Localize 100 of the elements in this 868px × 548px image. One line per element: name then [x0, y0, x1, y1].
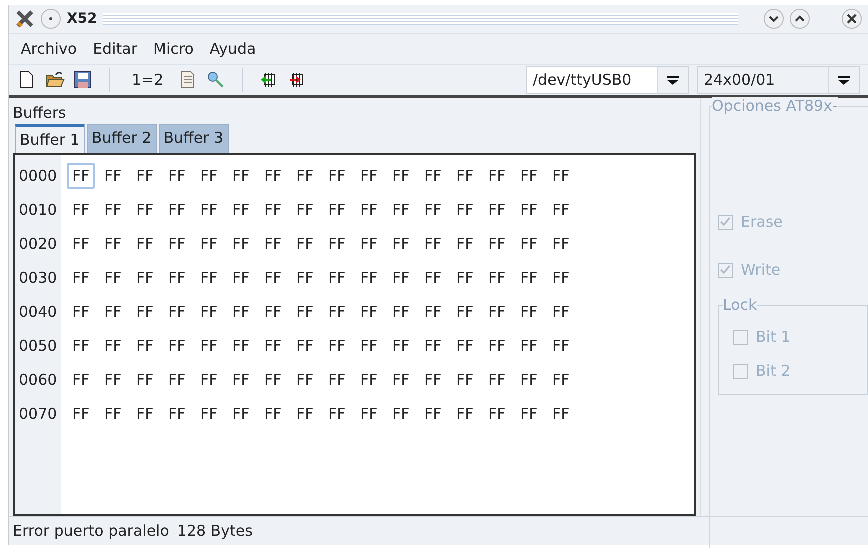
hex-byte[interactable]: FF: [419, 197, 448, 223]
hex-byte[interactable]: FF: [163, 197, 192, 223]
hex-byte[interactable]: FF: [323, 401, 352, 427]
hex-byte[interactable]: FF: [387, 401, 416, 427]
hex-byte[interactable]: FF: [259, 231, 288, 257]
hex-byte[interactable]: FF: [259, 333, 288, 359]
hex-byte[interactable]: FF: [163, 401, 192, 427]
hex-byte[interactable]: FF: [163, 299, 192, 325]
hex-byte[interactable]: FF: [67, 265, 96, 291]
hex-byte[interactable]: FF: [99, 197, 128, 223]
hex-byte[interactable]: FF: [67, 367, 96, 393]
buffer-tab[interactable]: Buffer 3: [158, 124, 229, 153]
hex-byte[interactable]: FF: [547, 197, 576, 223]
hex-byte[interactable]: FF: [291, 401, 320, 427]
hex-byte[interactable]: FF: [483, 163, 512, 189]
hex-byte[interactable]: FF: [419, 163, 448, 189]
hex-byte[interactable]: FF: [131, 333, 160, 359]
hex-byte[interactable]: FF: [163, 231, 192, 257]
hex-byte[interactable]: FF: [355, 299, 384, 325]
hex-byte[interactable]: FF: [291, 231, 320, 257]
hex-byte[interactable]: FF: [547, 367, 576, 393]
hex-byte[interactable]: FF: [99, 299, 128, 325]
hex-byte[interactable]: FF: [259, 299, 288, 325]
hex-byte[interactable]: FF: [291, 163, 320, 189]
menu-item[interactable]: Archivo: [21, 38, 78, 60]
save-icon[interactable]: [73, 70, 93, 90]
hex-byte[interactable]: FF: [131, 163, 160, 189]
hex-byte[interactable]: FF: [419, 231, 448, 257]
hex-byte[interactable]: FF: [451, 333, 480, 359]
hex-byte[interactable]: FF: [227, 401, 256, 427]
hex-byte[interactable]: FF: [419, 299, 448, 325]
hex-byte[interactable]: FF: [227, 265, 256, 291]
hex-byte[interactable]: FF: [195, 265, 224, 291]
hex-byte[interactable]: FF: [355, 265, 384, 291]
hex-byte[interactable]: FF: [323, 367, 352, 393]
hex-byte[interactable]: FF: [227, 197, 256, 223]
hex-byte[interactable]: FF: [483, 197, 512, 223]
hex-byte[interactable]: FF: [227, 367, 256, 393]
hex-byte[interactable]: FF: [323, 299, 352, 325]
close-button[interactable]: [842, 9, 862, 29]
hex-byte[interactable]: FF: [131, 367, 160, 393]
hex-byte[interactable]: FF: [227, 163, 256, 189]
hex-byte[interactable]: FF: [195, 333, 224, 359]
hex-byte[interactable]: FF: [451, 299, 480, 325]
hex-byte[interactable]: FF: [291, 299, 320, 325]
hex-byte[interactable]: FF: [547, 333, 576, 359]
hex-byte[interactable]: FF: [451, 367, 480, 393]
hex-byte[interactable]: FF: [515, 367, 544, 393]
hex-byte[interactable]: FF: [515, 401, 544, 427]
hex-byte[interactable]: FF: [323, 333, 352, 359]
maximize-button[interactable]: [790, 9, 810, 29]
hex-byte[interactable]: FF: [451, 265, 480, 291]
hex-byte[interactable]: FF: [483, 231, 512, 257]
hex-byte[interactable]: FF: [291, 367, 320, 393]
hex-byte[interactable]: FF: [323, 197, 352, 223]
hex-byte[interactable]: FF: [547, 265, 576, 291]
hex-byte[interactable]: FF: [99, 231, 128, 257]
hex-byte[interactable]: FF: [67, 163, 96, 189]
hex-byte[interactable]: FF: [67, 231, 96, 257]
port-dropdown[interactable]: /dev/ttyUSB0: [526, 66, 689, 94]
hex-byte[interactable]: FF: [483, 401, 512, 427]
hex-byte[interactable]: FF: [291, 265, 320, 291]
device-dropdown[interactable]: 24x00/01: [697, 66, 860, 94]
hex-byte[interactable]: FF: [547, 299, 576, 325]
hex-byte[interactable]: FF: [355, 197, 384, 223]
hex-byte[interactable]: FF: [131, 401, 160, 427]
hex-byte[interactable]: FF: [195, 197, 224, 223]
hex-byte[interactable]: FF: [515, 231, 544, 257]
hex-byte[interactable]: FF: [227, 231, 256, 257]
hex-byte[interactable]: FF: [259, 401, 288, 427]
hex-byte[interactable]: FF: [387, 197, 416, 223]
hex-byte[interactable]: FF: [227, 333, 256, 359]
hex-byte[interactable]: FF: [259, 197, 288, 223]
hex-byte[interactable]: FF: [323, 265, 352, 291]
buffer-tab[interactable]: Buffer 2: [86, 124, 157, 153]
hex-byte[interactable]: FF: [67, 401, 96, 427]
hex-byte[interactable]: FF: [355, 231, 384, 257]
hex-byte[interactable]: FF: [451, 231, 480, 257]
hex-byte[interactable]: FF: [131, 265, 160, 291]
search-icon[interactable]: [206, 70, 226, 90]
hex-byte[interactable]: FF: [483, 367, 512, 393]
hex-byte[interactable]: FF: [291, 333, 320, 359]
hex-byte[interactable]: FF: [515, 333, 544, 359]
hex-byte[interactable]: FF: [387, 265, 416, 291]
hex-byte[interactable]: FF: [355, 367, 384, 393]
hex-byte[interactable]: FF: [195, 401, 224, 427]
hex-byte[interactable]: FF: [451, 163, 480, 189]
compare-button[interactable]: 1=2: [132, 71, 164, 89]
hex-byte[interactable]: FF: [515, 265, 544, 291]
menu-item[interactable]: Editar: [93, 38, 138, 60]
hex-byte[interactable]: FF: [547, 231, 576, 257]
hex-byte[interactable]: FF: [515, 299, 544, 325]
hex-byte[interactable]: FF: [291, 197, 320, 223]
hex-byte[interactable]: FF: [419, 367, 448, 393]
hex-byte[interactable]: FF: [67, 299, 96, 325]
hex-byte[interactable]: FF: [483, 299, 512, 325]
hex-byte[interactable]: FF: [387, 163, 416, 189]
hex-byte[interactable]: FF: [515, 197, 544, 223]
hex-byte[interactable]: FF: [355, 163, 384, 189]
hex-byte[interactable]: FF: [163, 163, 192, 189]
